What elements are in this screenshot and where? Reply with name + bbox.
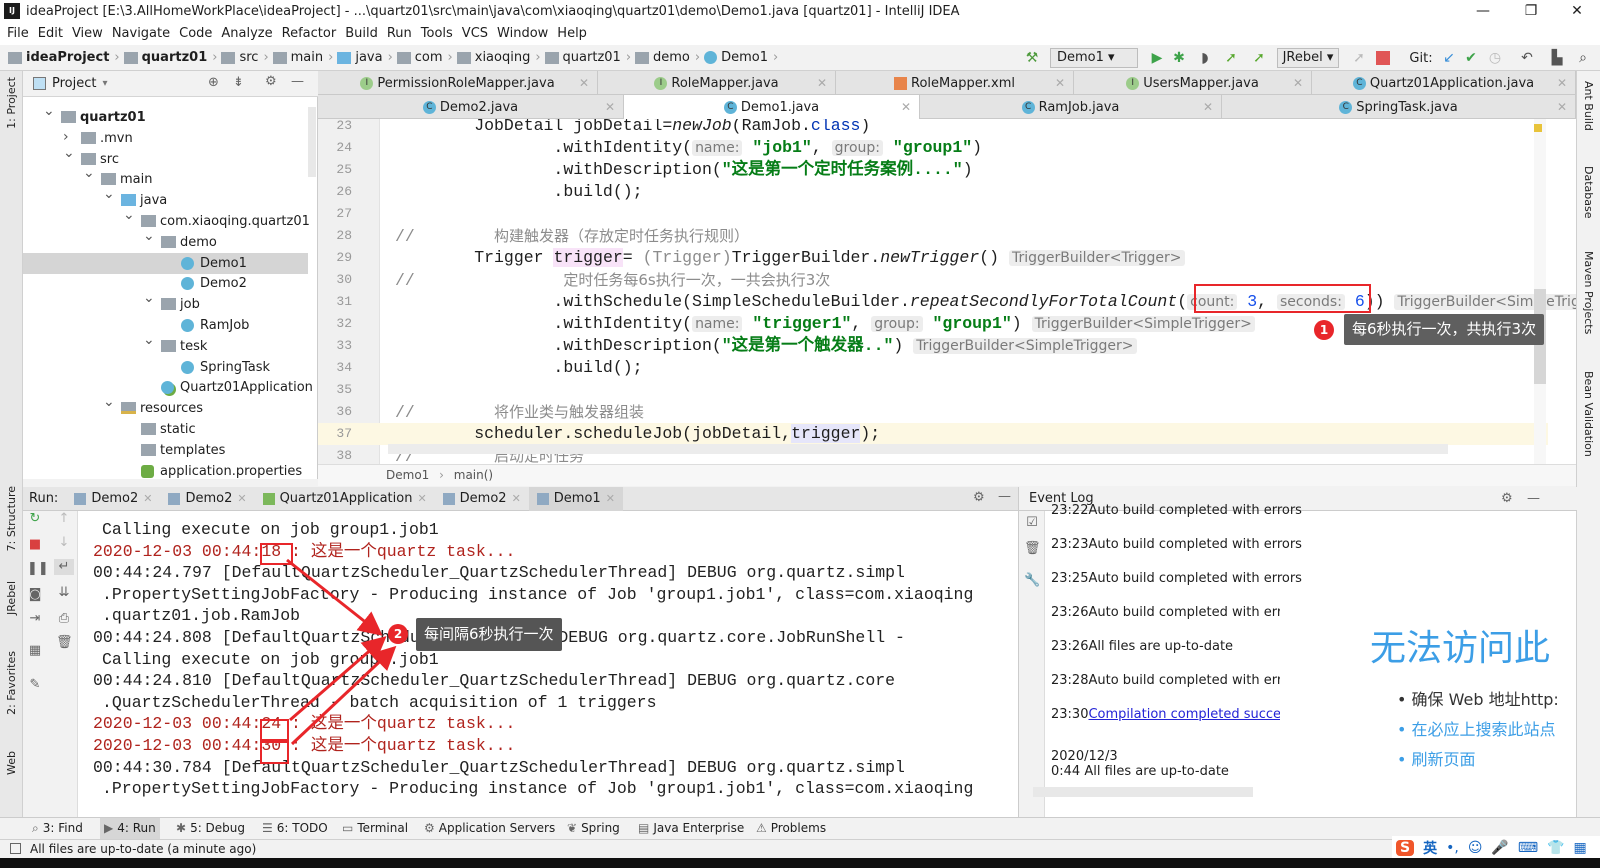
- arrow-from-30: [290, 645, 397, 746]
- annotation-callout-2: 每间隔6秒执行一次: [416, 618, 562, 651]
- spring-icon: ❦: [567, 821, 578, 835]
- status-toggle-icon[interactable]: [10, 843, 21, 854]
- bottom-tool-window-bar: ⌕ 3: Find ▶ 4: Run ✱ 5: Debug ☰ 6: TODO ▭ Termina…: [0, 817, 1600, 839]
- event-time: 23:25: [1051, 571, 1089, 586]
- arrow-from-18: [286, 558, 383, 636]
- event-log-gear-icon[interactable]: ⚙: [1501, 487, 1513, 511]
- tool-window-problems[interactable]: ⚠ Problems: [752, 818, 830, 839]
- emoji-icon[interactable]: ☺: [1468, 840, 1483, 856]
- tool-window-6-todo[interactable]: ☰ 6: TODO: [258, 818, 332, 839]
- application-servers-icon: ⚙: [424, 821, 435, 835]
- ime-toolbar: S 英 •, ☺ 🎤 ⌨ 👕 ▦: [1392, 836, 1600, 860]
- event-line: 23:23Auto build completed with errors: [1051, 537, 1302, 552]
- event-text: Auto build completed with errors: [1088, 537, 1302, 552]
- event-log-entry: 23:25Auto build completed with errors: [1051, 571, 1302, 586]
- tool-window-spring[interactable]: ❦ Spring: [563, 818, 624, 839]
- event-text: Auto build completed with errors: [1088, 571, 1302, 586]
- keyboard-icon[interactable]: ⌨: [1518, 840, 1538, 856]
- tool-window-label: 4: Run: [117, 821, 156, 835]
- event-time: 23:28: [1051, 673, 1089, 688]
- event-time: 23:26: [1051, 605, 1089, 620]
- event-time: 23:30: [1051, 707, 1089, 722]
- tool-window-label: Java Enterprise: [653, 821, 745, 835]
- terminal-icon: ▭: [342, 821, 354, 835]
- tool-window-label: Spring: [581, 821, 620, 835]
- bing-search-link[interactable]: 在必应上搜索此站点: [1412, 720, 1556, 739]
- tshirt-skin-icon[interactable]: 👕: [1547, 840, 1564, 856]
- tool-window-application-servers[interactable]: ⚙ Application Servers: [420, 818, 559, 839]
- event-text: Auto build completed with errors: [1088, 605, 1302, 620]
- 5-debug-icon: ✱: [176, 821, 187, 835]
- event-time: 23:22: [1051, 503, 1089, 518]
- refresh-page-link[interactable]: 刷新页面: [1412, 750, 1476, 769]
- status-bar: All files are up-to-date (a minute ago): [0, 839, 1600, 858]
- mark-all-read-icon[interactable]: ☑: [1024, 515, 1040, 531]
- tool-window-label: 5: Debug: [190, 821, 246, 835]
- event-text: All files are up-to-date: [1084, 764, 1229, 779]
- event-date: 2020/12/3: [1051, 749, 1118, 764]
- 6-todo-icon: ☰: [262, 821, 273, 835]
- browser-error-heading: 无法访问此: [1370, 628, 1551, 669]
- tool-window-label: Problems: [770, 821, 827, 835]
- event-log-entry: 23:30Compilation completed successfu: [1051, 707, 1307, 722]
- event-line: 23:30Compilation completed successfu: [1051, 707, 1307, 722]
- event-line: 23:26All files are up-to-date: [1051, 639, 1233, 654]
- event-time: 23:26: [1051, 639, 1089, 654]
- tool-window-label: 3: Find: [42, 821, 83, 835]
- event-log-scrollbar[interactable]: [1033, 787, 1253, 797]
- event-log-entry: 23:28Auto build completed with errors: [1051, 673, 1302, 688]
- tool-window-java-enterprise[interactable]: ▤ Java Enterprise: [634, 818, 748, 839]
- tool-window-label: Terminal: [357, 821, 409, 835]
- microphone-icon[interactable]: 🎤: [1491, 840, 1508, 856]
- event-line: 23:25Auto build completed with errors: [1051, 571, 1302, 586]
- browser-tip-1: • 确保 Web 地址http:: [1397, 690, 1559, 709]
- java-enterprise-icon: ▤: [638, 821, 650, 835]
- status-text: All files are up-to-date (a minute ago): [30, 842, 257, 856]
- tool-window-5-debug[interactable]: ✱ 5: Debug: [172, 818, 249, 839]
- event-log-entry: 23:26Auto build completed with errors: [1051, 605, 1302, 620]
- 3-find-icon: ⌕: [32, 821, 39, 835]
- event-log-entry: 23:26All files are up-to-date: [1051, 639, 1233, 654]
- event-text: Auto build completed with errors: [1088, 673, 1302, 688]
- punctuation-icon[interactable]: •,: [1446, 840, 1459, 856]
- event-line: 0:44 All files are up-to-date: [1051, 764, 1229, 779]
- tool-window-terminal[interactable]: ▭ Terminal: [338, 818, 412, 839]
- event-line: 23:26Auto build completed with errors: [1051, 605, 1302, 620]
- tool-window-3-find[interactable]: ⌕ 3: Find: [28, 818, 87, 839]
- clear-all-trash-icon[interactable]: 🗑: [1024, 541, 1041, 557]
- event-log-entry: 23:23Auto build completed with errors: [1051, 537, 1302, 552]
- event-text: Auto build completed with errors: [1088, 503, 1302, 518]
- 4-run-icon: ▶: [104, 821, 114, 835]
- windows-taskbar: [0, 858, 1600, 868]
- tool-window-label: Application Servers: [438, 821, 556, 835]
- grid-menu-icon[interactable]: ▦: [1574, 840, 1587, 856]
- browser-tip-3[interactable]: • 刷新页面: [1397, 746, 1476, 770]
- wrench-settings-icon[interactable]: 🔧: [1024, 573, 1040, 589]
- event-text: All files are up-to-date: [1088, 639, 1234, 654]
- browser-tip-2[interactable]: • 在必应上搜索此站点: [1397, 716, 1576, 740]
- tool-window-4-run[interactable]: ▶ 4: Run: [100, 818, 160, 839]
- tool-window-label: 6: TODO: [276, 821, 328, 835]
- arrow-from-24: [289, 636, 387, 722]
- event-log-hide-icon[interactable]: —: [1527, 487, 1540, 511]
- event-log-entry: 23:22Auto build completed with errors: [1051, 503, 1302, 518]
- event-time: 0:44: [1051, 764, 1081, 779]
- event-log-toolbar: ☑ 🗑 🔧: [1019, 511, 1045, 817]
- ime-mode[interactable]: 英: [1423, 838, 1437, 858]
- annotation-badge-2: 2: [388, 624, 408, 644]
- event-time: 23:23: [1051, 537, 1089, 552]
- browser-tip-1-text: 确保 Web 地址http:: [1411, 690, 1559, 709]
- event-line: 23:22Auto build completed with errors: [1051, 503, 1302, 518]
- sogou-ime-icon[interactable]: S: [1396, 840, 1415, 856]
- event-link[interactable]: Compilation completed successfu: [1088, 707, 1307, 722]
- event-log-entry: 2020/12/3 0:44 All files are up-to-date: [1051, 749, 1229, 779]
- problems-icon: ⚠: [756, 821, 767, 835]
- event-line: 23:28Auto build completed with errors: [1051, 673, 1302, 688]
